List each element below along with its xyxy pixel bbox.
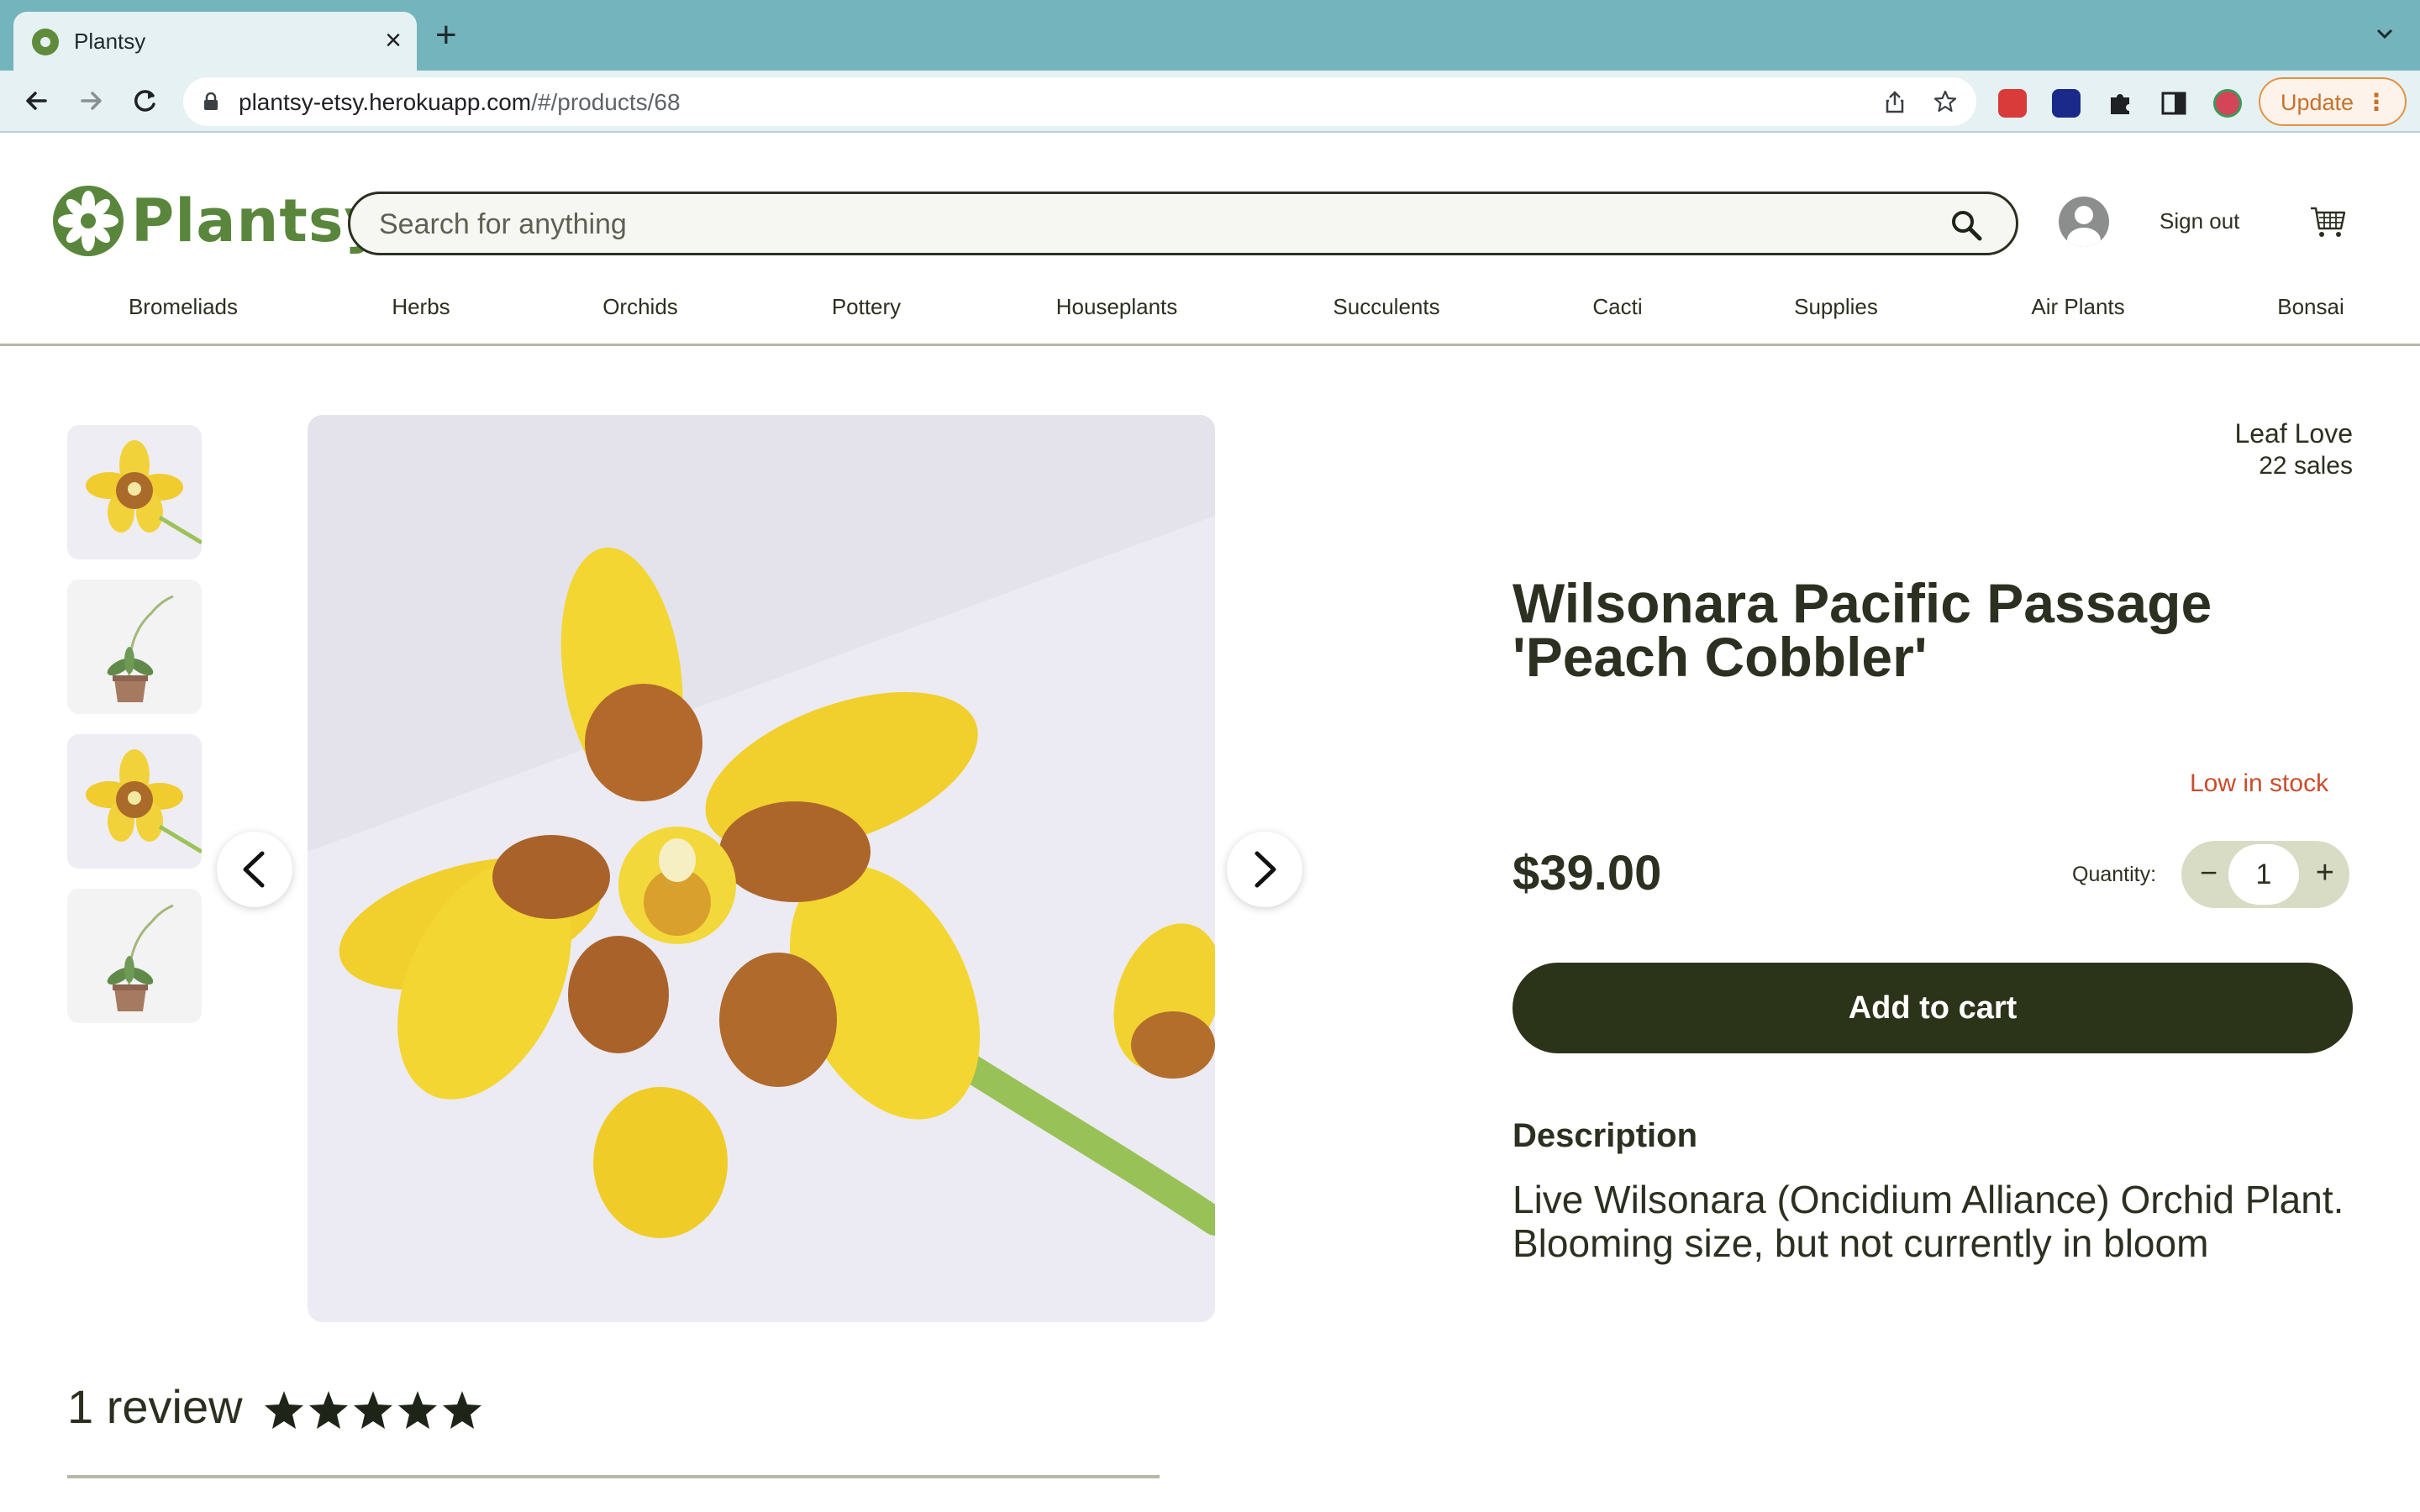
potted-orchid-thumbnail-image	[67, 580, 202, 714]
search-icon[interactable]	[1950, 209, 1982, 241]
add-to-cart-button[interactable]: Add to cart	[1512, 963, 2353, 1053]
next-image-button[interactable]	[1227, 832, 1302, 907]
star-icon	[443, 1391, 481, 1429]
star-icon	[354, 1391, 392, 1429]
color-extension-icon[interactable]	[2052, 89, 2081, 118]
user-avatar-icon[interactable]	[2059, 197, 2109, 247]
product-price: $39.00	[1512, 846, 1662, 900]
plantsy-logo-text[interactable]: Plantsy	[131, 186, 383, 255]
orchid-photo	[308, 415, 1215, 1322]
product-thumbnail[interactable]	[67, 889, 202, 1023]
increase-quantity-button[interactable]: +	[2316, 853, 2334, 893]
browser-tab-strip: Plantsy × +	[0, 0, 2420, 71]
search-bar[interactable]	[348, 192, 2018, 255]
product-thumbnail[interactable]	[67, 580, 202, 714]
category-succulents[interactable]: Succulents	[1333, 294, 1439, 320]
product-title: Wilsonara Pacific Passage 'Peach Cobbler…	[1512, 572, 2212, 688]
close-tab-icon[interactable]: ×	[385, 24, 402, 57]
sign-out-link[interactable]: Sign out	[2160, 208, 2239, 234]
category-herbs[interactable]: Herbs	[392, 294, 450, 320]
forward-arrow-icon[interactable]	[74, 84, 108, 118]
reload-icon[interactable]	[128, 84, 161, 118]
browser-toolbar: plantsy-etsy.herokuapp.com/#/products/68…	[0, 71, 2420, 133]
plantsy-logo-icon[interactable]	[52, 185, 124, 257]
category-bromeliads[interactable]: Bromeliads	[129, 294, 238, 320]
youtube-extension-icon[interactable]	[1998, 89, 2027, 118]
description-heading: Description	[1512, 1117, 1698, 1154]
quantity-label: Quantity:	[2072, 863, 2157, 886]
stock-status: Low in stock	[2190, 769, 2329, 797]
product-thumbnail[interactable]	[67, 425, 202, 559]
main-product-image	[308, 415, 1215, 1322]
category-supplies[interactable]: Supplies	[1794, 294, 1878, 320]
browser-tab[interactable]: Plantsy ×	[13, 12, 417, 71]
update-label: Update	[2281, 90, 2354, 115]
url-text[interactable]: plantsy-etsy.herokuapp.com/#/products/68	[239, 89, 681, 116]
category-cacti[interactable]: Cacti	[1592, 294, 1642, 320]
search-input[interactable]	[379, 204, 1942, 244]
star-icon	[398, 1391, 437, 1429]
orchid-thumbnail-image	[67, 734, 202, 869]
star-icon	[309, 1391, 348, 1429]
orchid-thumbnail-image	[67, 425, 202, 559]
sidebar-icon[interactable]	[2160, 89, 2188, 118]
previous-image-button[interactable]	[217, 832, 292, 907]
new-tab-icon[interactable]: +	[435, 17, 457, 54]
more-vert-icon[interactable]: ⋮	[2365, 87, 2388, 118]
url-host: plantsy-etsy.herokuapp.com	[239, 89, 532, 115]
url-path: /#/products/68	[531, 89, 681, 115]
category-air-plants[interactable]: Air Plants	[2031, 294, 2124, 320]
chevron-down-icon[interactable]	[2375, 24, 2395, 44]
chevron-left-icon	[243, 851, 265, 888]
category-bonsai[interactable]: Bonsai	[2277, 294, 2344, 320]
divider	[67, 1475, 1160, 1478]
category-pottery[interactable]: Pottery	[832, 294, 901, 320]
product-thumbnail[interactable]	[67, 734, 202, 869]
review-count: 1 review	[67, 1380, 243, 1433]
star-icon	[265, 1391, 303, 1429]
shop-name-link[interactable]: Leaf Love	[2234, 418, 2353, 449]
potted-orchid-thumbnail-image	[67, 889, 202, 1023]
tab-title: Plantsy	[74, 29, 146, 54]
back-arrow-icon[interactable]	[20, 84, 54, 118]
decrease-quantity-button[interactable]: −	[2200, 854, 2217, 891]
address-bar[interactable]: plantsy-etsy.herokuapp.com/#/products/68	[183, 77, 1976, 126]
share-icon[interactable]	[1882, 89, 1907, 114]
update-button[interactable]: Update ⋮	[2259, 77, 2407, 126]
chevron-right-icon	[1255, 851, 1276, 888]
shop-sales-count: 22 sales	[2259, 452, 2353, 480]
quantity-value[interactable]: 1	[2228, 844, 2299, 905]
rating-stars	[265, 1391, 481, 1429]
quantity-stepper: − 1 +	[2181, 841, 2349, 908]
profile-icon[interactable]	[2213, 89, 2242, 118]
category-orchids[interactable]: Orchids	[602, 294, 678, 320]
plantsy-favicon-icon	[32, 29, 59, 55]
category-houseplants[interactable]: Houseplants	[1056, 294, 1178, 320]
category-nav: Bromeliads Herbs Orchids Pottery Housepl…	[0, 286, 2420, 346]
cart-icon[interactable]	[2309, 205, 2346, 239]
bookmark-star-icon[interactable]	[1933, 89, 1958, 114]
description-text: Live Wilsonara (Oncidium Alliance) Orchi…	[1512, 1178, 2344, 1265]
extension-puzzle-icon[interactable]	[2106, 89, 2134, 118]
lock-icon[interactable]	[203, 92, 218, 111]
